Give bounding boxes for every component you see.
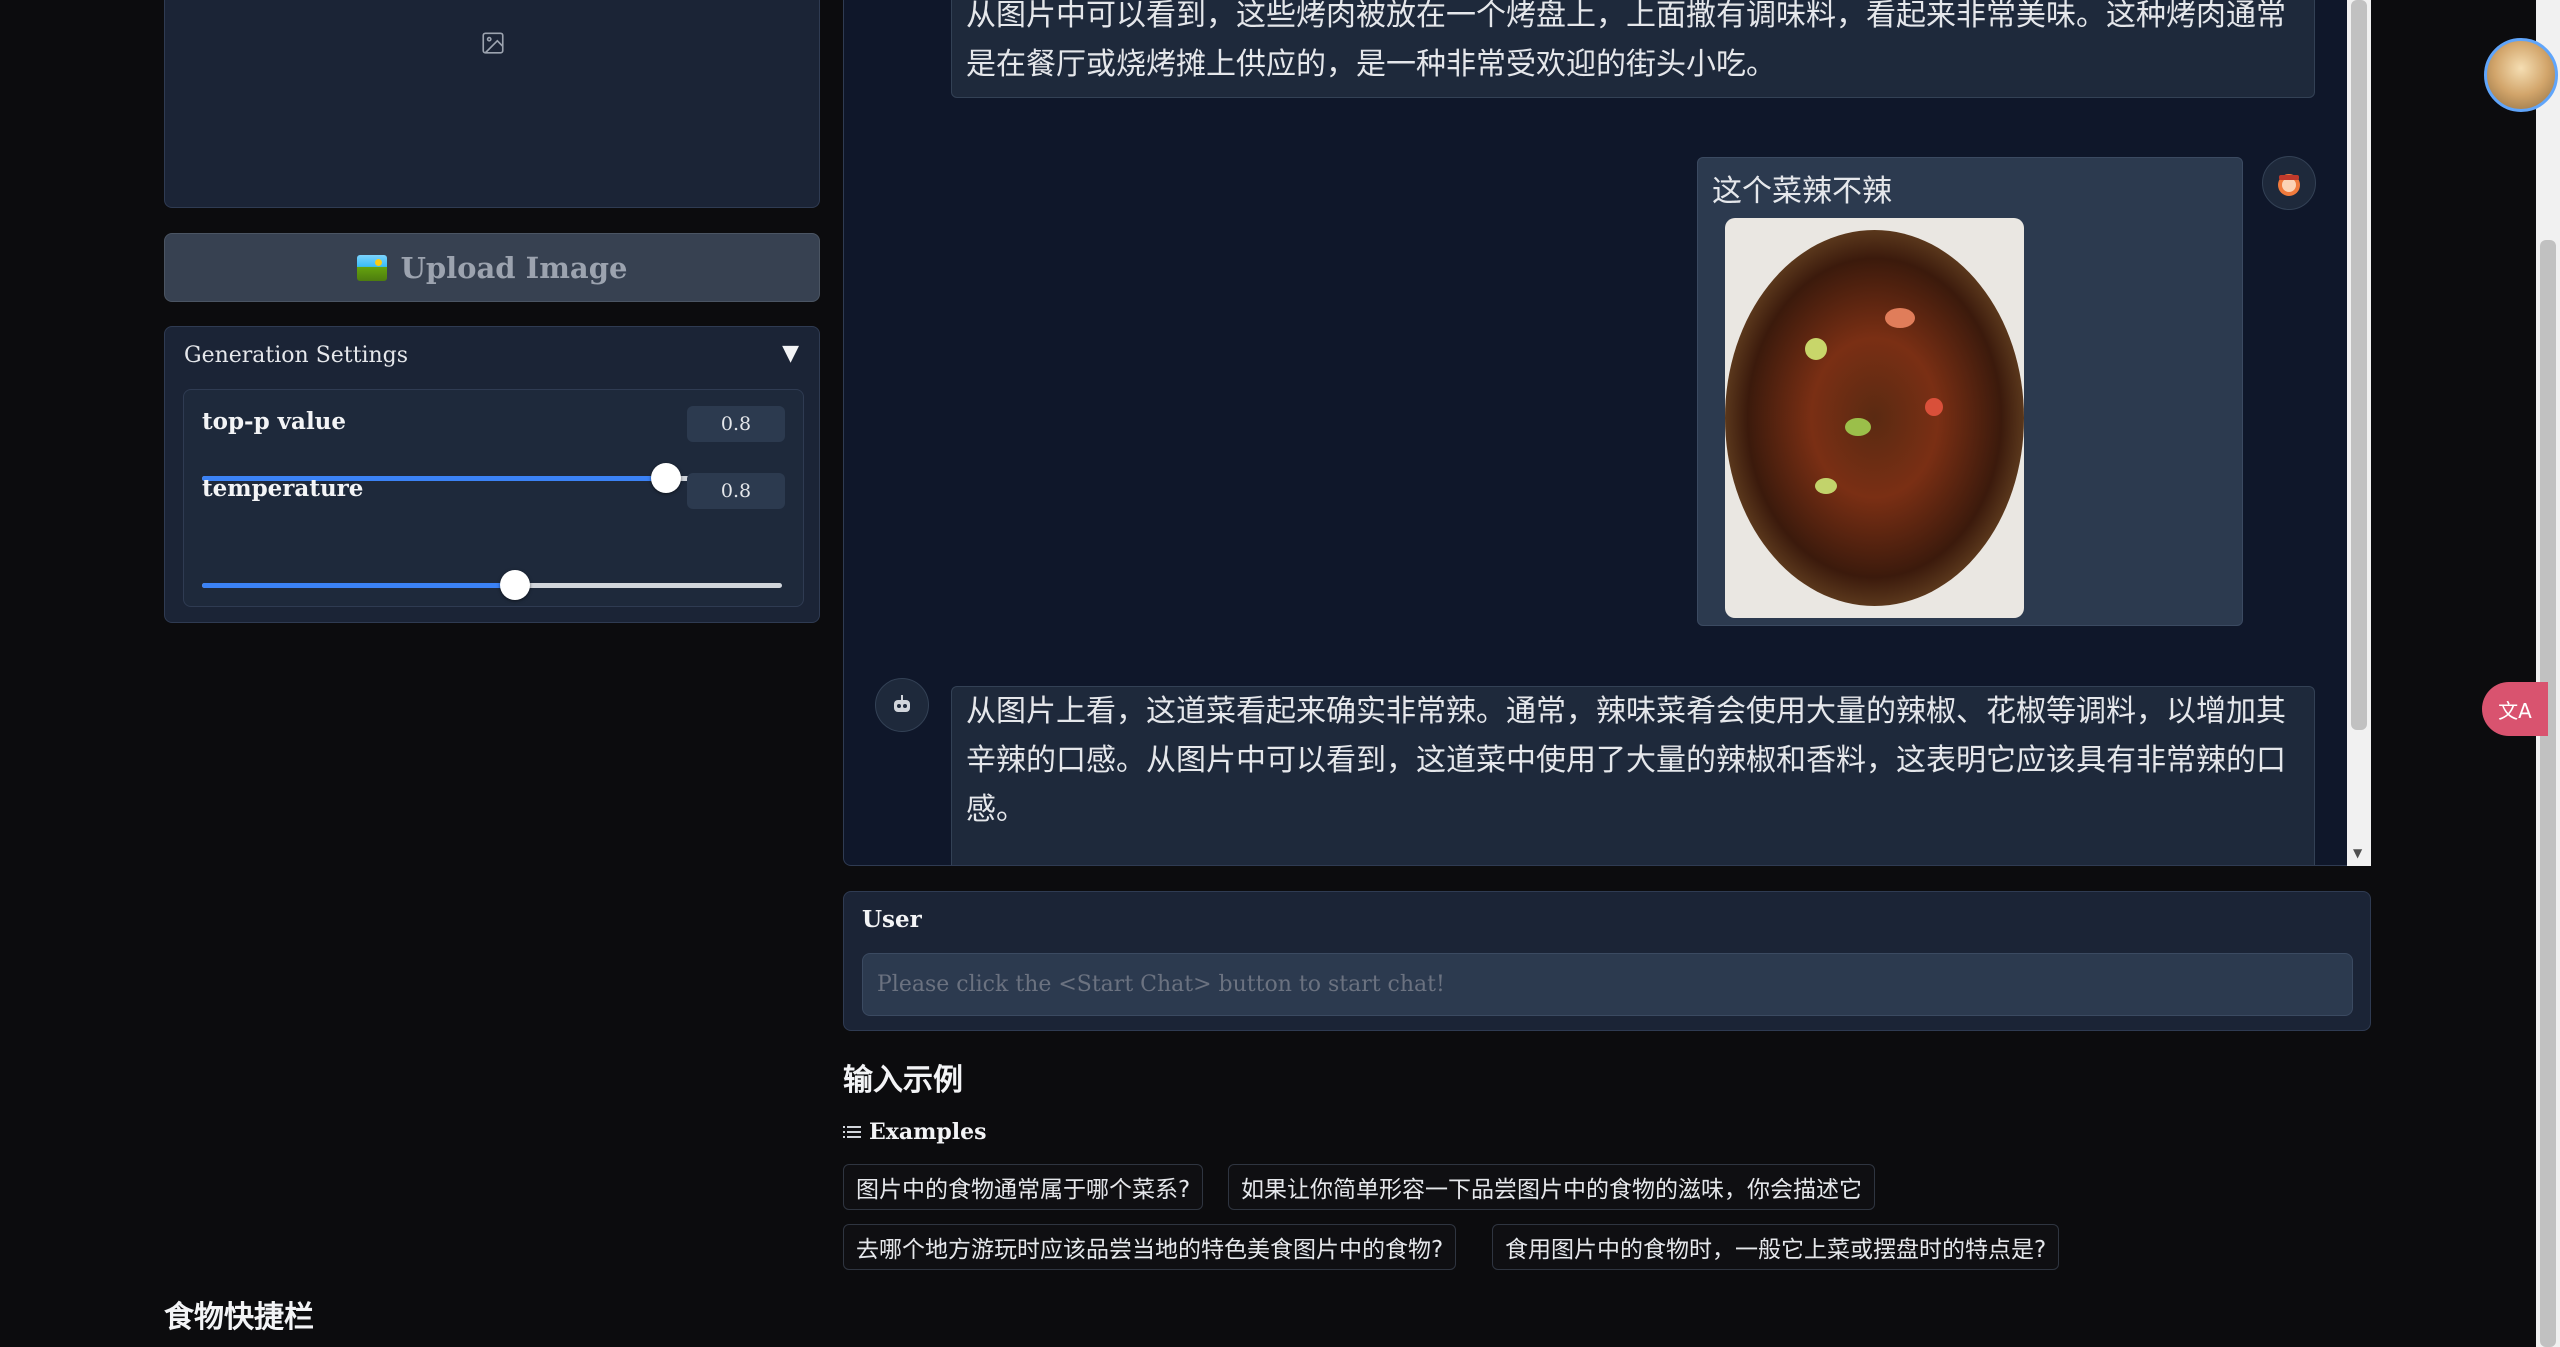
- image-upload-area[interactable]: [164, 0, 820, 208]
- profile-avatar[interactable]: [2484, 38, 2558, 112]
- image-icon: [482, 32, 504, 54]
- generation-settings-title[interactable]: Generation Settings: [184, 343, 408, 368]
- chat-scrollbar[interactable]: ▼: [2347, 0, 2371, 866]
- user-avatar: [2262, 156, 2316, 210]
- page-scrollbar[interactable]: [2536, 0, 2560, 1347]
- user-message: 这个菜辣不辣: [1697, 157, 2243, 626]
- page-scroll-thumb[interactable]: [2540, 240, 2556, 1347]
- chat-scroll-thumb[interactable]: [2351, 0, 2367, 730]
- robot-icon: [894, 695, 910, 712]
- bot-message: 从图片上看，这道菜看起来确实非常辣。通常，辣味菜肴会使用大量的辣椒、花椒等调料，…: [951, 686, 2315, 865]
- temperature-number-input[interactable]: 0.8: [687, 473, 785, 509]
- top-p-number-input[interactable]: 0.8: [687, 406, 785, 442]
- user-input-label: User: [862, 906, 922, 933]
- example-button[interactable]: 图片中的食物通常属于哪个菜系?: [843, 1164, 1204, 1210]
- top-p-slider-thumb[interactable]: [651, 463, 681, 493]
- user-food-image: [1725, 218, 2024, 618]
- temperature-slider[interactable]: [202, 570, 782, 600]
- temperature-label: temperature: [202, 475, 364, 502]
- sliders-container: top-p value 0.8 temperature 0.8: [183, 389, 804, 607]
- translate-icon[interactable]: 文A: [2482, 682, 2548, 736]
- bot-message-text: 从图片上看，这道菜看起来确实非常辣。通常，辣味菜肴会使用大量的辣椒、花椒等调料，…: [966, 694, 2286, 827]
- chatbot-panel: 从图片中可以看到，这些烤肉被放在一个烤盘上，上面撒有调味料，看起来非常美味。这种…: [843, 0, 2371, 866]
- examples-heading: 输入示例: [843, 1063, 963, 1098]
- bot-message: 从图片中可以看到，这些烤肉被放在一个烤盘上，上面撒有调味料，看起来非常美味。这种…: [951, 0, 2315, 98]
- upload-image-button[interactable]: Upload Image: [164, 233, 820, 302]
- picture-icon: [356, 254, 387, 281]
- bot-avatar: [875, 678, 929, 732]
- user-face-icon: [2278, 174, 2300, 196]
- list-icon: [843, 1126, 861, 1138]
- top-p-label: top-p value: [202, 408, 347, 435]
- temperature-slider-fill: [202, 583, 516, 588]
- scroll-down-arrow-icon[interactable]: ▼: [2353, 846, 2362, 860]
- user-message-text: 这个菜辣不辣: [1712, 174, 1892, 209]
- user-input-panel: User: [843, 891, 2371, 1031]
- temperature-slider-thumb[interactable]: [500, 570, 531, 600]
- example-button[interactable]: 食用图片中的食物时，一般它上菜或摆盘时的特点是?: [1492, 1224, 2060, 1270]
- collapse-caret-icon[interactable]: ▼: [782, 341, 799, 366]
- upload-image-label: Upload Image: [400, 250, 628, 285]
- food-shortcut-heading: 食物快捷栏: [164, 1300, 314, 1335]
- bot-message-text: 从图片中可以看到，这些烤肉被放在一个烤盘上，上面撒有调味料，看起来非常美味。这种…: [966, 0, 2286, 82]
- example-button[interactable]: 去哪个地方游玩时应该品尝当地的特色美食图片中的食物?: [843, 1224, 1457, 1270]
- user-message-input[interactable]: [862, 953, 2353, 1016]
- examples-label-text: Examples: [869, 1119, 987, 1145]
- examples-label: Examples: [843, 1119, 987, 1145]
- example-button[interactable]: 如果让你简单形容一下品尝图片中的食物的滋味，你会描述它: [1228, 1164, 1875, 1210]
- generation-settings-panel: Generation Settings ▼ top-p value 0.8 te…: [164, 326, 820, 623]
